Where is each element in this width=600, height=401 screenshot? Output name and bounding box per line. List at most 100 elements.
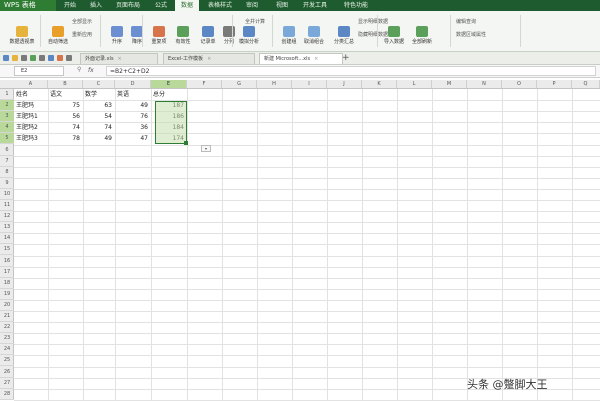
column-header-O[interactable]: O [502,80,537,88]
row-header-26[interactable]: 26 [0,367,14,378]
table-cell[interactable]: 王肥玛3 [16,133,45,144]
column-header-J[interactable]: J [327,80,362,88]
fill-handle[interactable] [184,141,188,145]
row-header-14[interactable]: 14 [0,233,14,245]
ribbon-small-item-5[interactable]: 编辑查询 [456,18,476,25]
column-header-K[interactable]: K [362,80,397,88]
row-header-3[interactable]: 3 [0,111,14,123]
column-header-L[interactable]: L [397,80,432,88]
ribbon-button-13[interactable]: 全部刷新 [409,26,435,45]
menu-item-9[interactable]: 特色功能 [344,0,368,11]
table-cell[interactable]: 47 [117,133,148,144]
quick-access-icon[interactable] [3,55,9,61]
quick-access-icon[interactable] [57,55,63,61]
column-header-Q[interactable]: Q [572,80,600,88]
menu-item-0[interactable]: 开始 [64,0,76,11]
table-cell[interactable]: 74 [85,122,112,133]
close-tab-icon[interactable]: × [314,56,318,62]
document-tab-0[interactable]: 外面记录.xls × [80,53,158,64]
ribbon-small-item-1[interactable]: 重新应用 [72,31,92,38]
row-header-11[interactable]: 11 [0,200,14,212]
menu-item-2[interactable]: 页面布局 [116,0,140,11]
name-box[interactable]: E2 [14,66,64,76]
table-cell[interactable]: 王肥玛 [16,100,45,111]
ribbon-button-9[interactable]: 创建组 [276,26,302,45]
table-cell[interactable]: 56 [50,111,80,122]
close-tab-icon[interactable]: × [118,56,122,62]
menu-item-5[interactable]: 表格样式 [208,0,232,11]
quick-access-icon[interactable] [66,55,72,61]
column-header-H[interactable]: H [257,80,292,88]
row-header-8[interactable]: 8 [0,167,14,178]
cell-selection[interactable] [155,101,187,144]
column-header-I[interactable]: I [292,80,327,88]
table-cell[interactable]: 63 [85,100,112,111]
row-header-12[interactable]: 12 [0,211,14,223]
autofill-options-button[interactable]: ▾ [201,145,211,152]
column-header-A[interactable]: A [14,80,48,88]
quick-access-icon[interactable] [39,55,45,61]
quick-access-icon[interactable] [48,55,54,61]
formula-input[interactable]: =B2+C2+D2 [106,66,596,76]
table-cell[interactable]: 英语 [117,89,148,100]
menu-item-1[interactable]: 插入 [90,0,102,11]
row-header-5[interactable]: 5 [0,133,14,145]
ribbon-small-item-0[interactable]: 全部显示 [72,18,92,25]
row-header-23[interactable]: 23 [0,333,14,345]
document-tab-2[interactable]: 新建 Microsoft...xls × [259,53,343,64]
row-header-25[interactable]: 25 [0,355,14,367]
row-header-4[interactable]: 4 [0,122,14,134]
table-cell[interactable]: 王肥玛2 [16,122,45,133]
new-tab-button[interactable]: + [342,53,350,64]
quick-access-icon[interactable] [21,55,27,61]
table-cell[interactable]: 王肥玛1 [16,111,45,122]
column-header-P[interactable]: P [537,80,572,88]
table-cell[interactable]: 语文 [50,89,80,100]
quick-access-icon[interactable] [30,55,36,61]
zoom-icon[interactable]: ⚲ [77,66,81,73]
column-header-B[interactable]: B [48,80,83,88]
ribbon-button-4[interactable]: 重复项 [146,26,172,45]
row-header-2[interactable]: 2 [0,100,14,112]
menu-item-3[interactable]: 公式 [155,0,167,11]
app-title-button[interactable]: WPS 表格 [0,0,56,11]
ribbon-button-5[interactable]: 有效性 [170,26,196,45]
table-cell[interactable]: 76 [117,111,148,122]
ribbon-small-item-2[interactable]: 全并计算 [245,18,265,25]
column-header-D[interactable]: D [115,80,151,88]
row-header-19[interactable]: 19 [0,289,14,300]
column-header-N[interactable]: N [467,80,502,88]
menu-item-6[interactable]: 审阅 [246,0,258,11]
row-header-27[interactable]: 27 [0,378,14,389]
row-header-1[interactable]: 1 [0,89,14,101]
row-header-6[interactable]: 6 [0,145,14,156]
table-cell[interactable]: 36 [117,122,148,133]
ribbon-button-0[interactable]: 数据透视表 [2,26,42,45]
table-cell[interactable]: 75 [50,100,80,111]
ribbon-small-item-6[interactable]: 数据区域属性 [456,31,486,38]
column-header-G[interactable]: G [222,80,257,88]
ribbon-button-1[interactable]: 自动筛选 [45,26,71,45]
table-cell[interactable]: 数学 [85,89,112,100]
row-header-18[interactable]: 18 [0,278,14,289]
menu-item-4[interactable]: 数据 [175,0,200,11]
menu-item-7[interactable]: 视图 [276,0,288,11]
column-header-M[interactable]: M [432,80,467,88]
table-cell[interactable]: 54 [85,111,112,122]
fx-icon[interactable]: fx [88,67,94,74]
row-header-13[interactable]: 13 [0,222,14,234]
row-header-20[interactable]: 20 [0,300,14,311]
column-header-F[interactable]: F [187,80,222,88]
row-header-28[interactable]: 28 [0,389,14,400]
row-header-10[interactable]: 10 [0,189,14,200]
row-header-16[interactable]: 16 [0,256,14,267]
row-header-21[interactable]: 21 [0,311,14,323]
row-header-15[interactable]: 15 [0,244,14,256]
row-header-9[interactable]: 9 [0,178,14,189]
ribbon-button-11[interactable]: 分类汇总 [331,26,357,45]
table-cell[interactable]: 49 [117,100,148,111]
table-cell[interactable]: 总分 [153,89,184,100]
row-header-17[interactable]: 17 [0,267,14,278]
column-header-E[interactable]: E [151,80,187,88]
table-cell[interactable]: 78 [50,133,80,144]
